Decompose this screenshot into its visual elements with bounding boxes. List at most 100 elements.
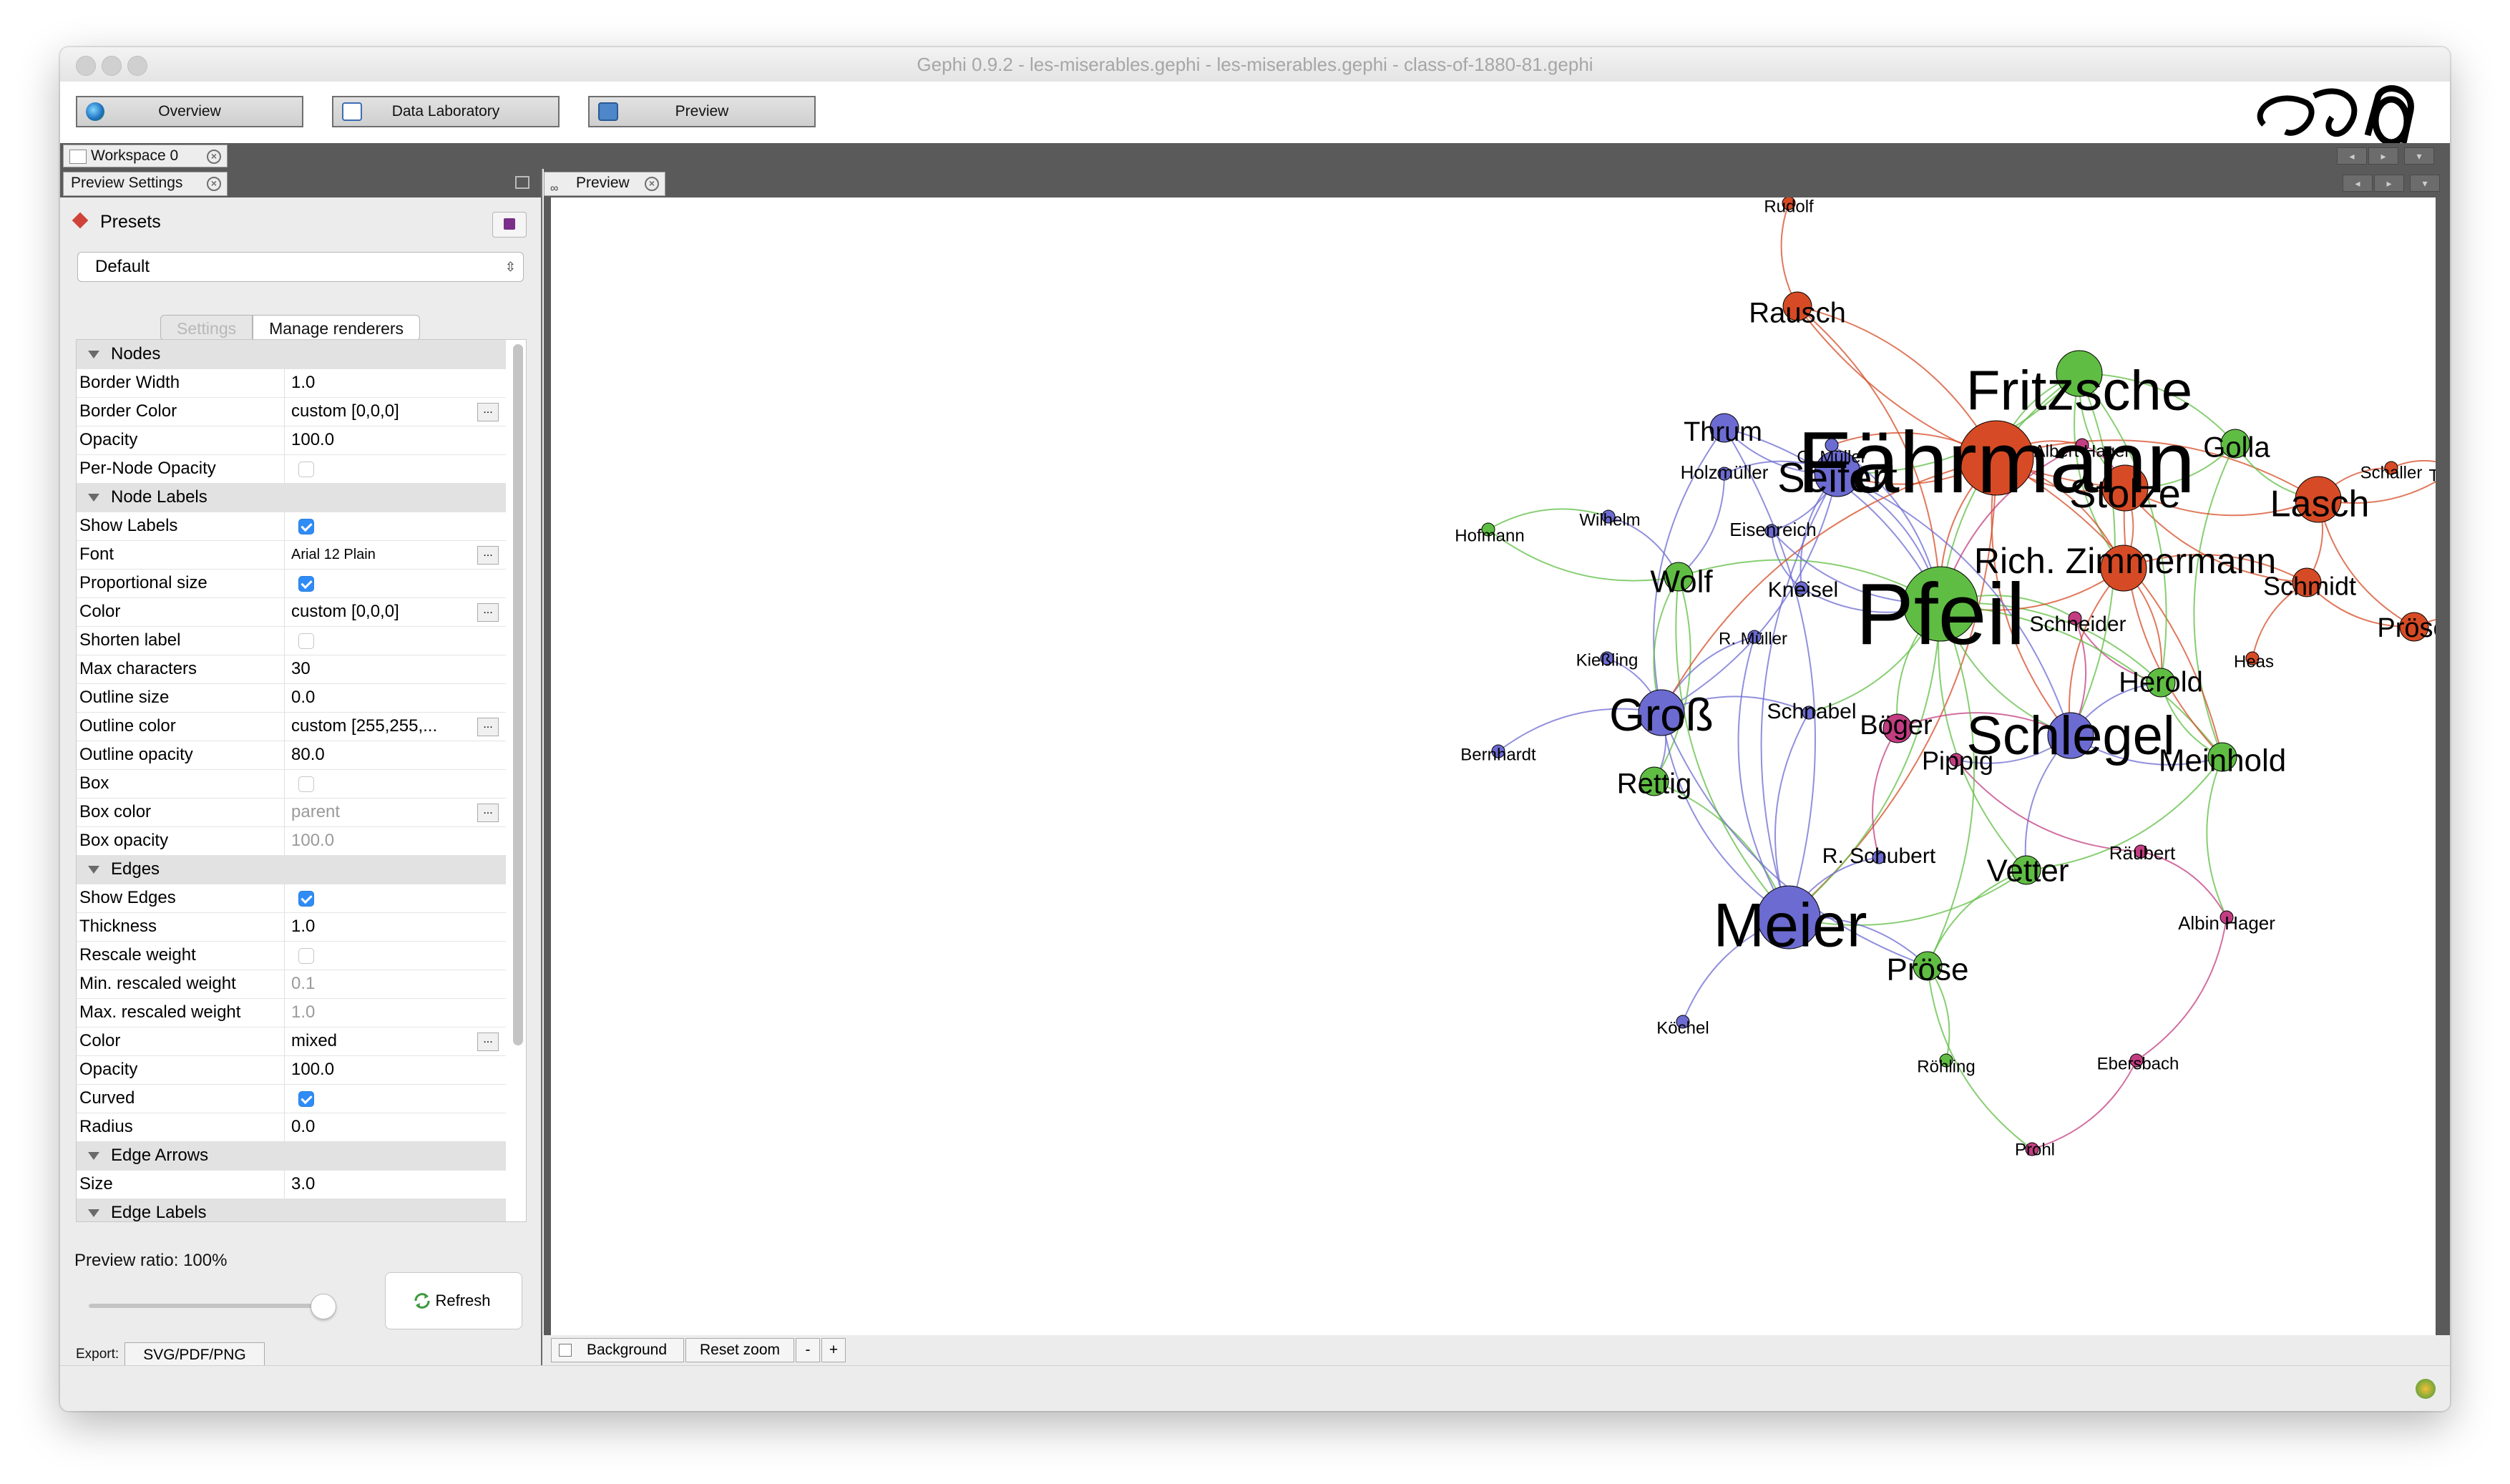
property-row[interactable]: Curved <box>77 1084 506 1113</box>
background-toggle[interactable]: Background <box>551 1338 684 1362</box>
close-icon[interactable]: × <box>207 150 221 164</box>
disclosure-triangle-icon[interactable] <box>88 494 99 502</box>
property-checkbox[interactable] <box>298 891 314 907</box>
property-row[interactable]: Outline color custom [255,255,...... <box>77 712 506 741</box>
property-category[interactable]: Edge Arrows <box>77 1141 506 1171</box>
reset-zoom-button[interactable]: Reset zoom <box>685 1338 794 1362</box>
preview-ratio-slider-knob[interactable] <box>311 1294 336 1319</box>
property-row[interactable]: Box <box>77 769 506 799</box>
property-category[interactable]: Edge Labels <box>77 1199 506 1221</box>
data-laboratory-button[interactable]: Data Laboratory <box>332 96 560 127</box>
property-checkbox[interactable] <box>298 633 314 649</box>
minimize-panel-icon[interactable] <box>515 176 529 189</box>
export-button[interactable]: SVG/PDF/PNG <box>124 1342 265 1368</box>
close-icon[interactable]: × <box>645 177 659 191</box>
dropdown-icon[interactable]: ▾ <box>2404 147 2434 165</box>
property-row[interactable]: Shorten label <box>77 626 506 655</box>
property-row[interactable]: Color custom [0,0,0]... <box>77 597 506 627</box>
property-row[interactable]: Radius 0.0 <box>77 1113 506 1142</box>
background-checkbox[interactable] <box>559 1344 572 1357</box>
property-value[interactable]: 1.0 <box>291 998 463 1027</box>
scroll-left-icon[interactable]: ◂ <box>2343 175 2373 192</box>
tab-manage-renderers[interactable]: Manage renderers <box>253 315 421 341</box>
disclosure-triangle-icon[interactable] <box>88 351 99 358</box>
tab-workspace[interactable]: Workspace 0 × <box>63 145 228 167</box>
property-value[interactable]: 100.0 <box>291 1055 463 1084</box>
property-value[interactable]: 3.0 <box>291 1170 463 1199</box>
save-preset-button[interactable] <box>492 212 527 238</box>
property-value[interactable]: Arial 12 Plain <box>291 540 463 569</box>
property-checkbox[interactable] <box>298 462 314 477</box>
property-row[interactable]: Show Labels <box>77 512 506 541</box>
property-value[interactable]: 100.0 <box>291 826 463 855</box>
property-row[interactable]: Border Width 1.0 <box>77 368 506 398</box>
property-row[interactable]: Proportional size <box>77 569 506 598</box>
disclosure-triangle-icon[interactable] <box>88 1209 99 1217</box>
property-value[interactable]: 30 <box>291 655 463 683</box>
property-row[interactable]: Thickness 1.0 <box>77 912 506 942</box>
edit-ellipsis-button[interactable]: ... <box>477 804 499 822</box>
property-sheet-scrollbar[interactable] <box>513 344 523 1045</box>
property-value[interactable]: 80.0 <box>291 741 463 769</box>
scroll-left-icon[interactable]: ◂ <box>2337 147 2367 165</box>
property-value[interactable]: 0.0 <box>291 1113 463 1141</box>
property-row[interactable]: Box opacity 100.0 <box>77 826 506 856</box>
property-row[interactable]: Font Arial 12 Plain... <box>77 540 506 570</box>
property-row[interactable]: Per-Node Opacity <box>77 454 506 484</box>
refresh-button[interactable]: Refresh <box>385 1272 522 1329</box>
tab-preview[interactable]: ∞ Preview × <box>544 172 665 196</box>
property-row[interactable]: Opacity 100.0 <box>77 426 506 455</box>
preview-mode-button[interactable]: Preview <box>588 96 816 127</box>
scroll-right-icon[interactable]: ▸ <box>2368 147 2398 165</box>
property-value[interactable]: parent <box>291 798 463 826</box>
disclosure-triangle-icon[interactable] <box>88 866 99 874</box>
overview-button[interactable]: Overview <box>76 96 303 127</box>
preset-select[interactable]: Default ⇳ <box>77 252 524 282</box>
edit-ellipsis-button[interactable]: ... <box>477 718 499 736</box>
zoom-out-button[interactable]: - <box>796 1338 820 1362</box>
property-value[interactable]: 100.0 <box>291 426 463 454</box>
property-row[interactable]: Size 3.0 <box>77 1170 506 1199</box>
property-row[interactable]: Max. rescaled weight 1.0 <box>77 998 506 1027</box>
property-value[interactable]: 1.0 <box>291 912 463 941</box>
property-row[interactable]: Rescale weight <box>77 941 506 970</box>
property-row[interactable]: Border Color custom [0,0,0]... <box>77 397 506 426</box>
property-value[interactable]: custom [0,0,0] <box>291 397 463 426</box>
property-row[interactable]: Min. rescaled weight 0.1 <box>77 970 506 999</box>
property-value[interactable]: custom [255,255,... <box>291 712 463 741</box>
preview-canvas[interactable]: Rudolf Rausch Fritzsche Fährmann Thrum O. Mül… <box>551 197 2436 1335</box>
scroll-right-icon[interactable]: ▸ <box>2374 175 2404 192</box>
property-checkbox[interactable] <box>298 1091 314 1107</box>
property-row[interactable]: Opacity 100.0 <box>77 1055 506 1085</box>
notification-icon[interactable] <box>2416 1379 2436 1399</box>
property-checkbox[interactable] <box>298 519 314 534</box>
property-value[interactable]: 1.0 <box>291 368 463 397</box>
edit-ellipsis-button[interactable]: ... <box>477 1033 499 1051</box>
disclosure-triangle-icon[interactable] <box>88 1152 99 1160</box>
property-row[interactable]: Outline opacity 80.0 <box>77 741 506 770</box>
property-row[interactable]: Outline size 0.0 <box>77 683 506 713</box>
property-category[interactable]: Nodes <box>77 340 506 369</box>
property-checkbox[interactable] <box>298 576 314 592</box>
property-value[interactable]: 0.0 <box>291 683 463 712</box>
property-row[interactable]: Max characters 30 <box>77 655 506 684</box>
property-row[interactable]: Box color parent... <box>77 798 506 827</box>
edit-ellipsis-button[interactable]: ... <box>477 546 499 565</box>
property-category[interactable]: Edges <box>77 855 506 884</box>
edit-ellipsis-button[interactable]: ... <box>477 403 499 421</box>
property-checkbox[interactable] <box>298 776 314 792</box>
tab-settings[interactable]: Settings <box>160 315 253 341</box>
close-icon[interactable]: × <box>207 177 221 191</box>
zoom-in-button[interactable]: + <box>821 1338 846 1362</box>
property-category[interactable]: Node Labels <box>77 483 506 512</box>
property-value[interactable]: custom [0,0,0] <box>291 597 463 626</box>
property-value[interactable]: 0.1 <box>291 970 463 998</box>
property-value[interactable]: mixed <box>291 1027 463 1055</box>
dropdown-icon[interactable]: ▾ <box>2410 175 2440 192</box>
property-row[interactable]: Show Edges <box>77 884 506 913</box>
property-checkbox[interactable] <box>298 948 314 964</box>
tab-preview-settings[interactable]: Preview Settings × <box>63 172 228 196</box>
property-row[interactable]: Color mixed... <box>77 1027 506 1056</box>
edit-ellipsis-button[interactable]: ... <box>477 603 499 622</box>
preview-ratio-slider-track[interactable] <box>89 1304 332 1308</box>
